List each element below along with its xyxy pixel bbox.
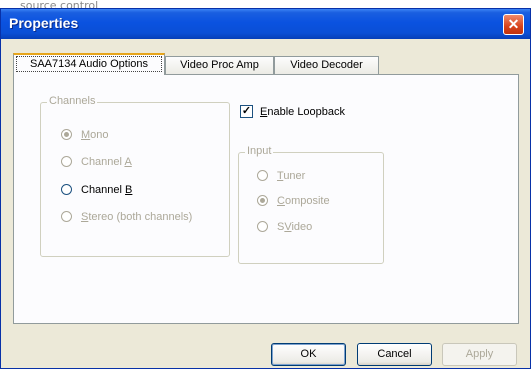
tab-panel: Channels Mono Channel A Channel B Stereo… xyxy=(13,74,519,324)
ok-button[interactable]: OK xyxy=(271,343,346,366)
radio-circle-icon xyxy=(61,184,72,195)
tab-label: SAA7134 Audio Options xyxy=(16,56,162,72)
radio-label-svideo: SVideo xyxy=(277,220,312,234)
tab-label: Video Decoder xyxy=(290,59,363,71)
radio-circle-icon xyxy=(61,211,72,222)
access-key: C xyxy=(277,195,285,207)
radio-label-composite: Composite xyxy=(277,194,330,208)
properties-dialog: Properties ✕ SAA7134 Audio Options Video… xyxy=(0,8,531,369)
close-icon: ✕ xyxy=(507,16,520,32)
radio-dot-icon xyxy=(260,198,265,203)
access-key: M xyxy=(81,129,91,141)
close-button[interactable]: ✕ xyxy=(503,14,524,35)
input-groupbox: Input Tuner Composite SVideo xyxy=(238,145,384,264)
window-title: Properties xyxy=(9,15,79,31)
label-text: ono xyxy=(90,129,109,141)
radio-label-mono: Mono xyxy=(81,128,109,142)
enable-loopback-label: Enable Loopback xyxy=(260,105,345,119)
tab-label: Video Proc Amp xyxy=(180,59,259,71)
checkbox-check-icon: ✓ xyxy=(240,105,253,118)
radio-label-channel-a: Channel A xyxy=(81,155,132,169)
radio-label-tuner: Tuner xyxy=(277,169,305,183)
label-text: Channel xyxy=(81,184,126,196)
radio-circle-icon xyxy=(257,170,268,181)
title-bar[interactable]: Properties ✕ xyxy=(1,9,530,39)
label-text: nable Loopback xyxy=(267,106,346,118)
label-text: Channel xyxy=(81,156,125,168)
cancel-button[interactable]: Cancel xyxy=(357,343,432,366)
tab-video-proc-amp[interactable]: Video Proc Amp xyxy=(165,56,274,74)
radio-circle-icon xyxy=(257,195,268,206)
label-text: uner xyxy=(283,170,306,182)
radio-dot-icon xyxy=(64,132,69,137)
label-text: omposite xyxy=(284,195,330,207)
input-legend: Input xyxy=(245,145,274,157)
tab-video-decoder[interactable]: Video Decoder xyxy=(274,56,379,74)
channels-groupbox: Channels Mono Channel A Channel B Stereo… xyxy=(40,95,230,257)
tab-saa7134-audio-options[interactable]: SAA7134 Audio Options xyxy=(13,53,165,75)
radio-circle-icon xyxy=(61,129,72,140)
apply-button[interactable]: Apply xyxy=(442,343,517,366)
radio-circle-icon xyxy=(257,221,268,232)
radio-label-channel-b: Channel B xyxy=(81,183,132,197)
radio-label-stereo: Stereo (both channels) xyxy=(81,210,192,224)
channels-legend: Channels xyxy=(47,95,98,107)
access-key: B xyxy=(125,184,133,196)
radio-circle-icon xyxy=(61,156,72,167)
access-key: A xyxy=(124,156,132,168)
label-text: tereo (both channels) xyxy=(88,211,193,223)
label-text: ideo xyxy=(291,221,313,233)
